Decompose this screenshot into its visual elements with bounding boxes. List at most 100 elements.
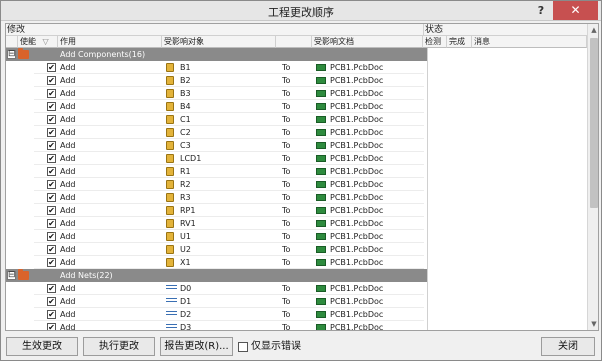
group-label: Add Components(16): [60, 50, 146, 59]
enable-checkbox[interactable]: ✔: [47, 258, 56, 267]
enable-checkbox[interactable]: ✔: [47, 219, 56, 228]
vertical-scrollbar[interactable]: ▲ ▼: [587, 24, 598, 330]
execute-changes-button[interactable]: 执行更改: [83, 337, 155, 356]
pcb-document-icon: [316, 246, 326, 253]
col-header-affected-document[interactable]: 受影响文档: [312, 36, 423, 48]
net-icon: [166, 311, 177, 319]
enable-checkbox[interactable]: ✔: [47, 323, 56, 330]
section-modify-header: 修改: [6, 24, 423, 36]
enable-checkbox[interactable]: ✔: [47, 310, 56, 319]
only-show-errors-label: 仅显示错误: [251, 341, 301, 352]
component-icon: [166, 193, 174, 202]
pcb-document-icon: [316, 285, 326, 292]
enable-checkbox[interactable]: ✔: [47, 63, 56, 72]
enable-checkbox[interactable]: ✔: [47, 128, 56, 137]
component-icon: [166, 167, 174, 176]
enable-checkbox[interactable]: ✔: [47, 193, 56, 202]
component-icon: [166, 115, 174, 124]
close-button[interactable]: 关闭: [541, 337, 595, 356]
dialog-title: 工程更改顺序: [268, 6, 334, 19]
scroll-up-arrow-icon[interactable]: ▲: [588, 24, 598, 36]
component-icon: [166, 141, 174, 150]
scroll-down-arrow-icon[interactable]: ▼: [588, 318, 598, 330]
net-icon: [166, 285, 177, 293]
eco-dialog: 工程更改顺序 ? ✕ 修改 状态 使能 ▽ 作用 受影响对象 受影响文档 检测 …: [0, 0, 602, 361]
pcb-document-icon: [316, 181, 326, 188]
affected-object-cell: D3: [180, 323, 192, 331]
pcb-document-icon: [316, 220, 326, 227]
component-icon: [166, 89, 174, 98]
component-icon: [166, 219, 174, 228]
pcb-document-icon: [316, 194, 326, 201]
col-header-check[interactable]: 检测: [423, 36, 447, 48]
pcb-document-icon: [316, 311, 326, 318]
scrollbar-thumb[interactable]: [590, 38, 598, 208]
col-header-message[interactable]: 消息: [472, 36, 587, 48]
pcb-document-icon: [316, 259, 326, 266]
enable-checkbox[interactable]: ✔: [47, 167, 56, 176]
component-icon: [166, 245, 174, 254]
section-status-header: 状态: [423, 24, 587, 36]
enable-checkbox[interactable]: ✔: [47, 115, 56, 124]
pcb-document-icon: [316, 103, 326, 110]
pcb-document-icon: [316, 155, 326, 162]
net-icon: [166, 324, 177, 330]
to-cell: To: [282, 323, 291, 331]
component-icon: [166, 76, 174, 85]
component-icon: [166, 154, 174, 163]
col-header-done[interactable]: 完成: [447, 36, 472, 48]
group-label: Add Nets(22): [60, 271, 113, 280]
enable-checkbox[interactable]: ✔: [47, 76, 56, 85]
col-header-to[interactable]: [276, 36, 312, 48]
enable-checkbox[interactable]: ✔: [47, 154, 56, 163]
col-header-affected-object[interactable]: 受影响对象: [162, 36, 276, 48]
only-show-errors-checkbox[interactable]: [238, 342, 248, 352]
enable-checkbox[interactable]: ✔: [47, 232, 56, 241]
enable-checkbox[interactable]: ✔: [47, 284, 56, 293]
pcb-document-icon: [316, 168, 326, 175]
action-cell: Add: [60, 323, 76, 331]
help-button[interactable]: ?: [534, 4, 548, 18]
enable-checkbox[interactable]: ✔: [47, 245, 56, 254]
pcb-document-icon: [316, 142, 326, 149]
pcb-document-icon: [316, 129, 326, 136]
col-header-enable[interactable]: 使能 ▽: [18, 36, 58, 48]
enable-checkbox[interactable]: ✔: [47, 89, 56, 98]
close-window-button[interactable]: ✕: [553, 1, 598, 20]
enable-checkbox[interactable]: ✔: [47, 102, 56, 111]
enable-checkbox[interactable]: ✔: [47, 180, 56, 189]
pcb-document-icon: [316, 64, 326, 71]
component-icon: [166, 180, 174, 189]
pcb-document-icon: [316, 90, 326, 97]
pcb-document-icon: [316, 77, 326, 84]
enable-checkbox[interactable]: ✔: [47, 206, 56, 215]
folder-icon: [18, 48, 29, 59]
pcb-document-icon: [316, 233, 326, 240]
net-icon: [166, 298, 177, 306]
col-header-action[interactable]: 作用: [58, 36, 162, 48]
pcb-document-icon: [316, 207, 326, 214]
collapse-toggle-icon[interactable]: ⊟: [7, 50, 16, 59]
folder-icon: [18, 269, 29, 280]
validate-changes-button[interactable]: 生效更改: [6, 337, 78, 356]
status-area: [427, 48, 587, 330]
pcb-document-icon: [316, 116, 326, 123]
changes-grid: 修改 状态 使能 ▽ 作用 受影响对象 受影响文档 检测 完成 消息 ⊟ Add …: [5, 23, 599, 331]
report-changes-button[interactable]: 报告更改(R)...: [160, 337, 233, 356]
collapse-toggle-icon[interactable]: ⊟: [7, 271, 16, 280]
component-icon: [166, 63, 174, 72]
enable-checkbox[interactable]: ✔: [47, 141, 56, 150]
pcb-document-icon: [316, 298, 326, 305]
affected-document-cell: PCB1.PcbDoc: [330, 323, 384, 331]
component-icon: [166, 206, 174, 215]
sort-icon: ▽: [42, 37, 49, 46]
component-icon: [166, 128, 174, 137]
title-bar: 工程更改顺序 ? ✕: [1, 1, 601, 21]
col-header-blank: [6, 36, 18, 48]
enable-checkbox[interactable]: ✔: [47, 297, 56, 306]
component-icon: [166, 258, 174, 267]
component-icon: [166, 232, 174, 241]
component-icon: [166, 102, 174, 111]
pcb-document-icon: [316, 324, 326, 330]
col-header-enable-label: 使能: [20, 37, 36, 46]
